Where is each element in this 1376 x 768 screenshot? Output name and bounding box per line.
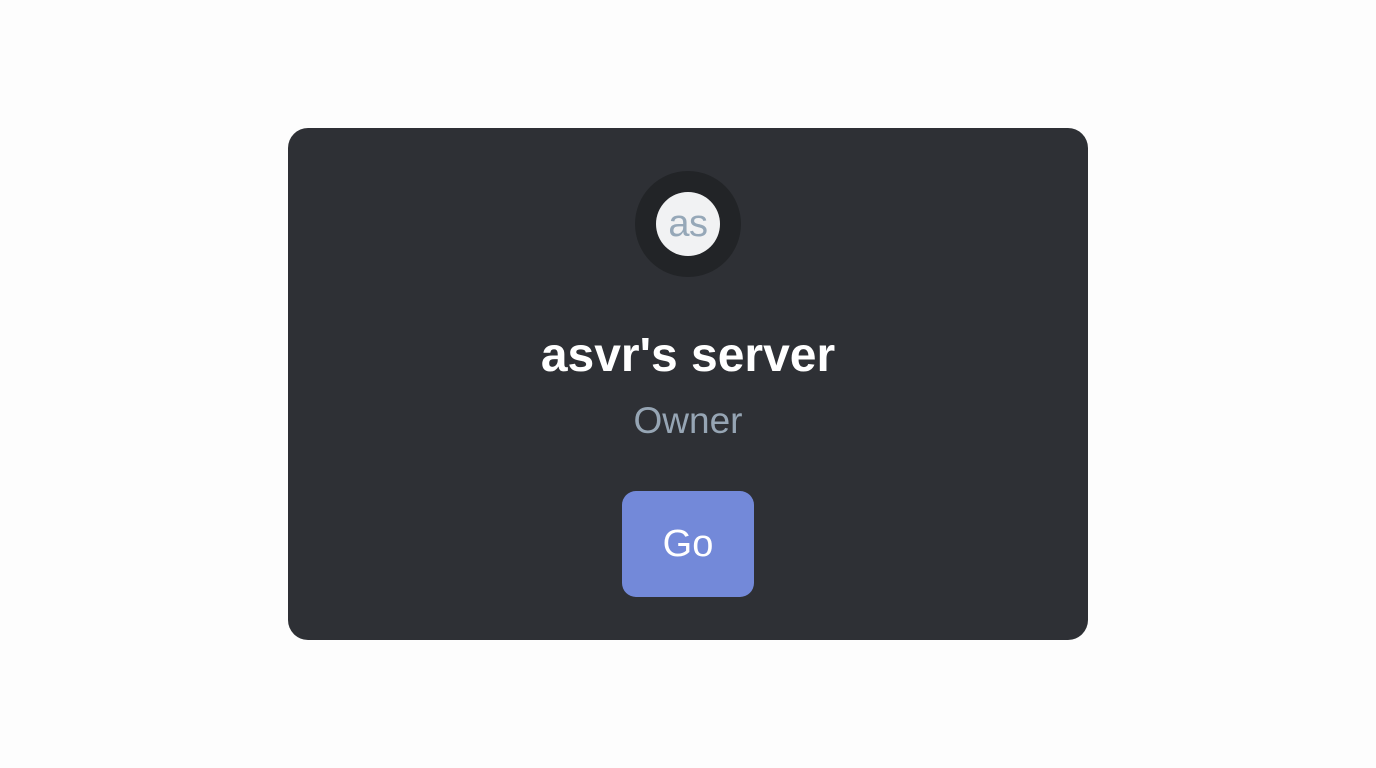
go-button[interactable]: Go — [622, 491, 754, 597]
server-card: as asvr's server Owner Go — [288, 128, 1088, 640]
role-label: Owner — [633, 400, 743, 441]
server-name: asvr's server — [540, 329, 836, 382]
avatar-ring: as — [635, 171, 741, 277]
avatar: as — [656, 192, 720, 256]
